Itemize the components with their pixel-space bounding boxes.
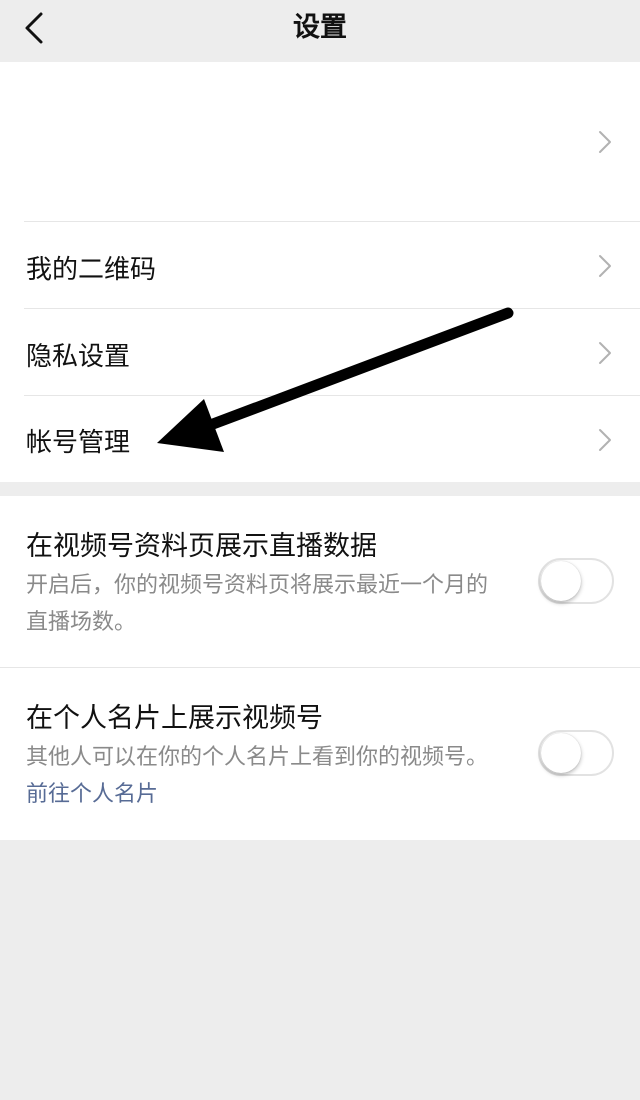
toggle-switch-business-card[interactable] xyxy=(538,730,614,776)
settings-list: 我的二维码 隐私设置 帐号管理 xyxy=(0,62,640,482)
switch-knob xyxy=(541,561,581,601)
business-card-link[interactable]: 前往个人名片 xyxy=(26,782,158,807)
settings-row-qr-code[interactable]: 我的二维码 xyxy=(0,222,640,309)
toggle-description: 其他人可以在你的个人名片上看到你的视频号。前往个人名片 xyxy=(26,739,496,813)
chevron-right-icon xyxy=(598,428,612,452)
settings-row-account[interactable]: 帐号管理 xyxy=(0,396,640,482)
toggle-row-business-card: 在个人名片上展示视频号 其他人可以在你的个人名片上看到你的视频号。前往个人名片 xyxy=(0,668,640,840)
toggle-description-text: 其他人可以在你的个人名片上看到你的视频号。 xyxy=(26,745,489,770)
toggle-switch-live-data[interactable] xyxy=(538,558,614,604)
toggle-title: 在视频号资料页展示直播数据 xyxy=(26,531,377,562)
settings-row-privacy[interactable]: 隐私设置 xyxy=(0,309,640,396)
settings-row-profile[interactable] xyxy=(0,62,640,222)
page-title: 设置 xyxy=(293,12,347,43)
settings-page: 设置 我的二维码 隐私设置 帐号管理 在视频号资料页展示直播数据 开启后，你的视… xyxy=(0,0,640,1100)
toggle-settings-list: 在视频号资料页展示直播数据 开启后，你的视频号资料页将展示最近一个月的直播场数。… xyxy=(0,496,640,840)
chevron-right-icon xyxy=(598,341,612,365)
toggle-title: 在个人名片上展示视频号 xyxy=(26,703,323,734)
toggle-row-live-data: 在视频号资料页展示直播数据 开启后，你的视频号资料页将展示最近一个月的直播场数。 xyxy=(0,496,640,668)
switch-knob xyxy=(541,733,581,773)
chevron-right-icon xyxy=(598,254,612,278)
nav-bar: 设置 xyxy=(0,0,640,62)
settings-row-label: 隐私设置 xyxy=(26,342,131,372)
chevron-right-icon xyxy=(598,130,612,154)
toggle-description: 开启后，你的视频号资料页将展示最近一个月的直播场数。 xyxy=(26,573,489,635)
settings-row-label: 帐号管理 xyxy=(26,428,131,458)
settings-row-label: 我的二维码 xyxy=(26,255,157,285)
